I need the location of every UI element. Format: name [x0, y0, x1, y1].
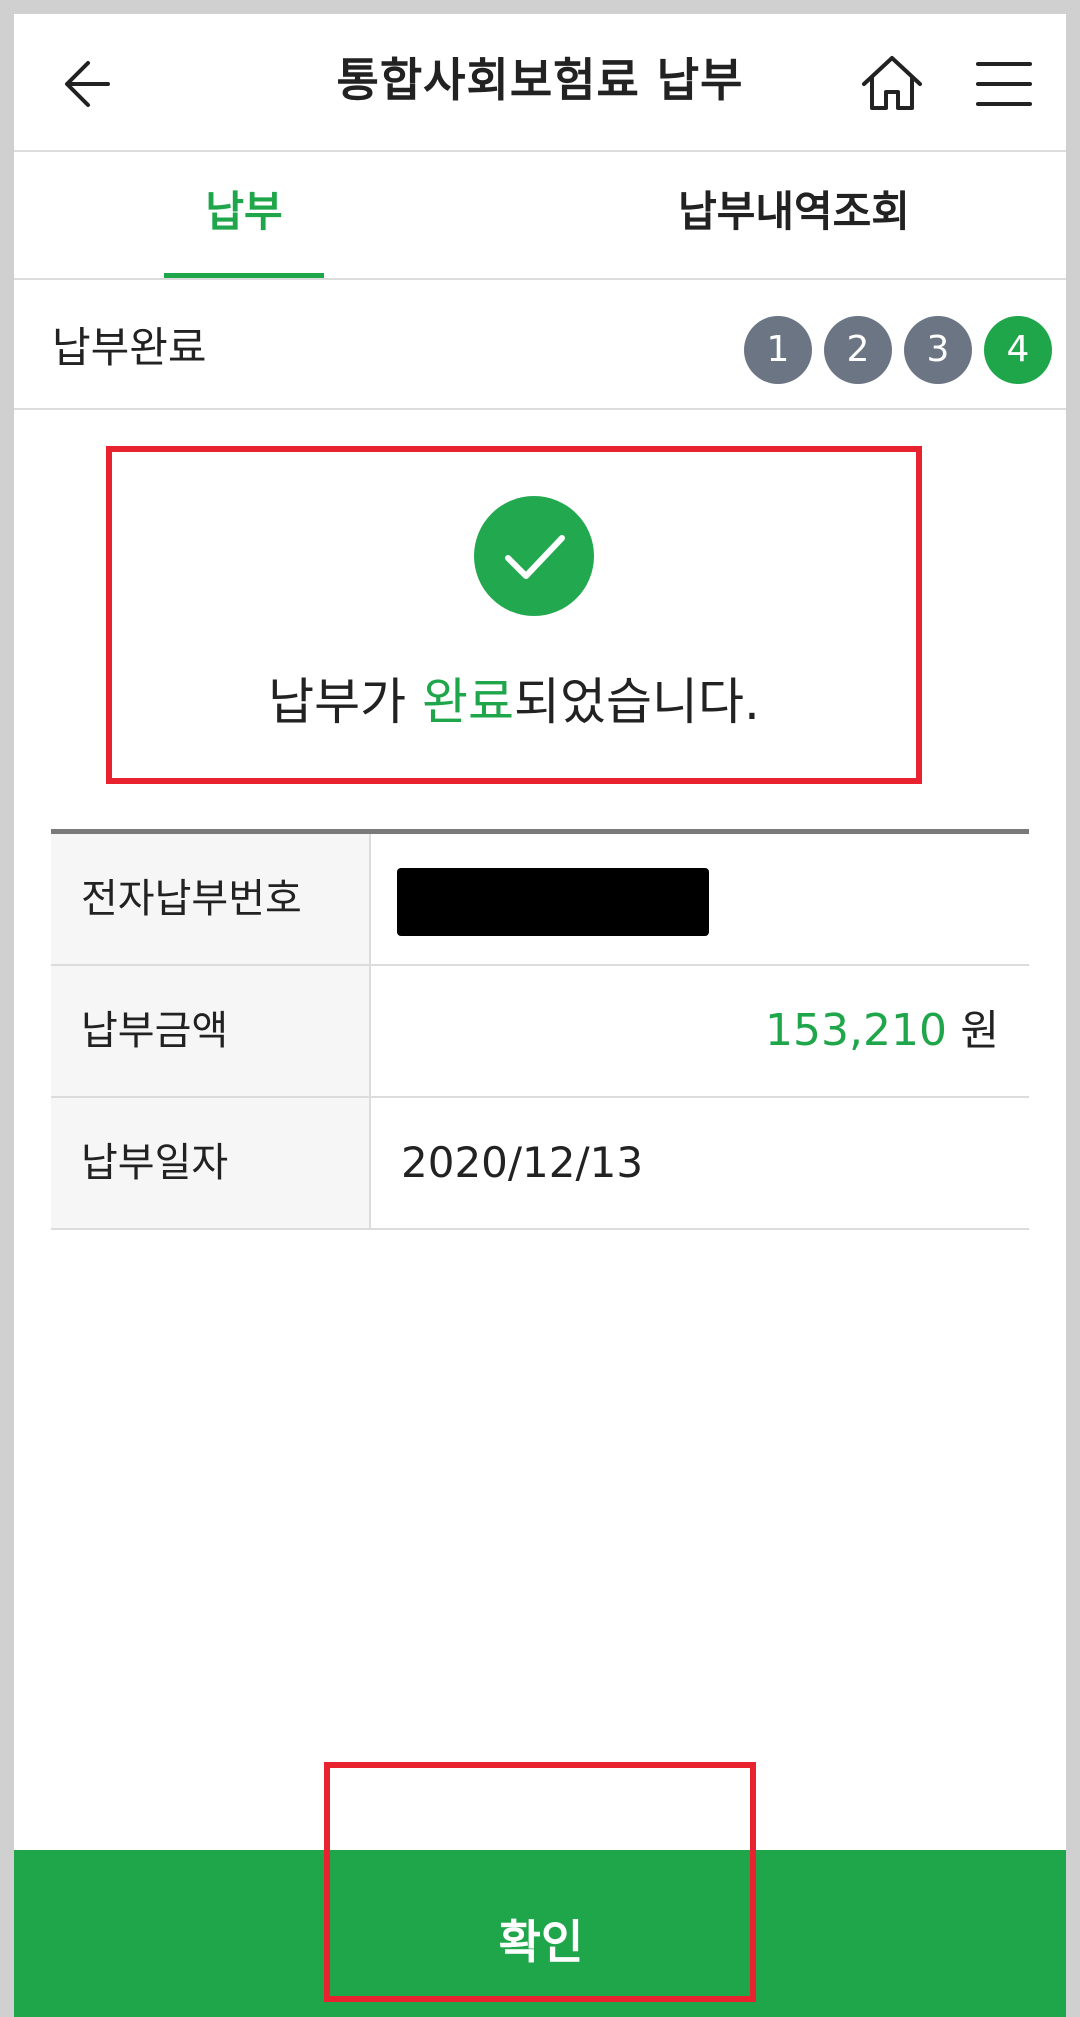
top-app-bar: 통합사회보험료 납부: [14, 14, 1066, 152]
app-screen: 통합사회보험료 납부 납부 납부내역조회 납부완료 1 2 3 4 납부가 완료…: [14, 14, 1066, 2017]
tab-payment-history[interactable]: 납부내역조회: [644, 152, 944, 278]
payment-details-table: 전자납부번호 납부금액 153,210 원 납부일자 2020/12/13: [51, 829, 1029, 1230]
payment-complete-panel: 납부가 완료되었습니다.: [106, 446, 922, 784]
payment-amount-unit: 원: [960, 1006, 999, 1055]
progress-row: 납부완료 1 2 3 4: [14, 280, 1066, 410]
step-3: 3: [904, 316, 972, 384]
step-2: 2: [824, 316, 892, 384]
payment-date-label: 납부일자: [51, 1098, 371, 1228]
table-row: 전자납부번호: [51, 834, 1029, 966]
payment-amount-cell: 153,210 원: [371, 966, 1029, 1096]
success-message-prefix: 납부가: [268, 673, 422, 731]
success-message: 납부가 완료되었습니다.: [112, 662, 916, 734]
electronic-payment-number-label: 전자납부번호: [51, 834, 371, 964]
confirm-button[interactable]: 확인: [330, 1764, 752, 2017]
step-1: 1: [744, 316, 812, 384]
checkmark-icon: [505, 535, 565, 579]
payment-amount-value: 153,210: [765, 1005, 947, 1056]
payment-amount: 153,210 원: [765, 966, 999, 1096]
step-title: 납부완료: [52, 323, 207, 372]
table-row: 납부금액 153,210 원: [51, 966, 1029, 1098]
success-message-highlight: 완료: [422, 673, 514, 731]
active-tab-indicator: [164, 273, 324, 278]
tab-payment-label: 납부: [205, 187, 283, 236]
payment-date-value: 2020/12/13: [401, 1138, 644, 1187]
success-message-suffix: 되었습니다.: [514, 673, 760, 731]
home-icon: [862, 56, 922, 110]
home-button[interactable]: [856, 46, 928, 118]
tab-bar: 납부 납부내역조회: [14, 152, 1066, 280]
tab-payment-history-label: 납부내역조회: [678, 187, 910, 236]
payment-amount-label: 납부금액: [51, 966, 371, 1096]
table-row: 납부일자 2020/12/13: [51, 1098, 1029, 1230]
menu-button[interactable]: [966, 48, 1038, 120]
tab-payment[interactable]: 납부: [164, 152, 324, 278]
hamburger-menu-icon: [976, 62, 1032, 106]
step-indicator: 1 2 3 4: [744, 316, 1052, 384]
check-circle-icon: [474, 496, 594, 616]
confirm-button-label: 확인: [498, 1915, 584, 1969]
redacted-payment-number: [397, 868, 709, 936]
step-4-current: 4: [984, 316, 1052, 384]
